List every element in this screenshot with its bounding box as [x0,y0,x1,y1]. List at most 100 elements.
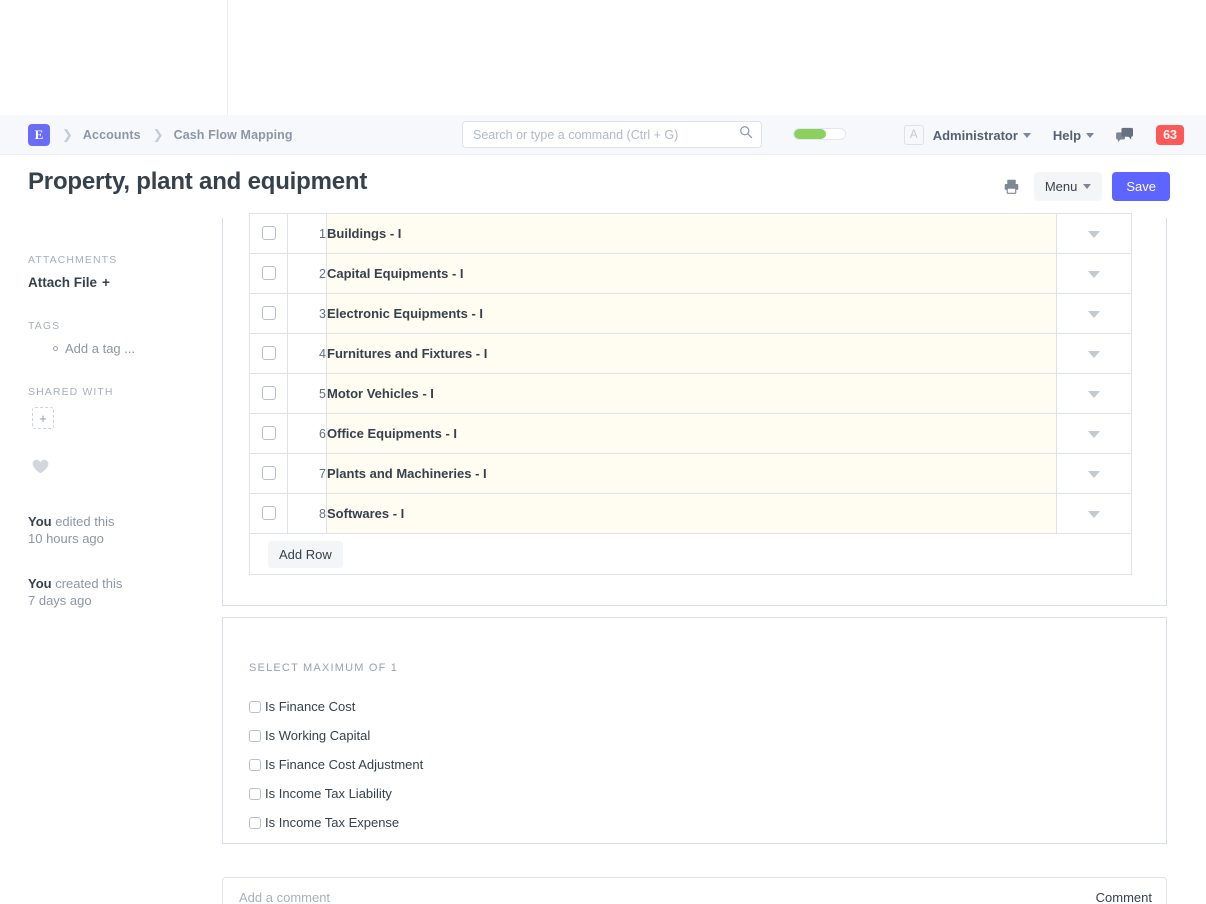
row-account-name[interactable]: Capital Equipments - I [327,254,1057,294]
table-row[interactable]: 7Plants and Machineries - I [250,454,1132,494]
checkbox-input[interactable] [249,701,261,713]
add-row-bar: Add Row [249,534,1132,575]
row-checkbox-cell[interactable] [250,254,288,294]
page-header-actions: Menu Save [999,172,1170,201]
save-button[interactable]: Save [1112,172,1170,201]
attach-file-label: Attach File [28,275,97,290]
chevron-down-icon[interactable] [1088,271,1100,278]
row-expand-cell[interactable] [1057,374,1132,414]
row-account-name[interactable]: Electronic Equipments - I [327,294,1057,334]
like-heart-icon[interactable] [32,459,227,479]
row-expand-cell[interactable] [1057,414,1132,454]
checkbox-input[interactable] [249,788,261,800]
row-checkbox[interactable] [262,306,276,320]
checkbox-option[interactable]: Is Finance Cost Adjustment [249,758,1109,771]
row-account-name[interactable]: Office Equipments - I [327,414,1057,454]
table-row[interactable]: 8Softwares - I [250,494,1132,534]
chevron-down-icon[interactable] [1088,431,1100,438]
menu-button[interactable]: Menu [1034,172,1103,201]
table-row[interactable]: 2Capital Equipments - I [250,254,1132,294]
row-expand-cell[interactable] [1057,294,1132,334]
row-index: 5 [288,374,327,414]
row-checkbox-cell[interactable] [250,334,288,374]
row-account-name[interactable]: Motor Vehicles - I [327,374,1057,414]
row-expand-cell[interactable] [1057,254,1132,294]
row-checkbox[interactable] [262,226,276,240]
row-checkbox[interactable] [262,266,276,280]
chat-icon[interactable] [1116,127,1134,143]
add-row-button[interactable]: Add Row [268,541,343,568]
chevron-down-icon[interactable] [1088,511,1100,518]
row-account-name[interactable]: Buildings - I [327,214,1057,254]
row-index: 4 [288,334,327,374]
activity-created-who: You [28,576,52,591]
shared-with-label: Shared With [28,386,227,398]
row-expand-cell[interactable] [1057,454,1132,494]
checkbox-label: Is Income Tax Expense [265,816,399,829]
chevron-down-icon[interactable] [1088,391,1100,398]
chevron-down-icon[interactable] [1088,311,1100,318]
row-account-name[interactable]: Furnitures and Fixtures - I [327,334,1057,374]
help-menu[interactable]: Help [1053,128,1094,143]
tags-label: Tags [28,320,227,332]
row-checkbox-cell[interactable] [250,294,288,334]
page-top-whitespace [0,0,1206,115]
chevron-down-icon[interactable] [1088,351,1100,358]
table-row[interactable]: 5Motor Vehicles - I [250,374,1132,414]
chevron-down-icon[interactable] [1088,471,1100,478]
checkbox-option[interactable]: Is Finance Cost [249,700,1109,713]
setup-progress-bar[interactable] [793,128,846,140]
add-tag-button[interactable]: Add a tag ... [28,341,227,356]
row-checkbox[interactable] [262,346,276,360]
row-checkbox-cell[interactable] [250,214,288,254]
row-checkbox[interactable] [262,506,276,520]
chevron-down-icon [1023,133,1031,138]
chevron-down-icon [1083,184,1091,189]
notification-badge[interactable]: 63 [1156,125,1184,145]
activity-edited-what: edited this [52,514,115,529]
attach-file-button[interactable]: Attach File + [28,275,227,290]
activity-created-what: created this [52,576,123,591]
row-expand-cell[interactable] [1057,494,1132,534]
table-row[interactable]: 3Electronic Equipments - I [250,294,1132,334]
breadcrumb-cash-flow-mapping[interactable]: Cash Flow Mapping [174,128,293,142]
print-icon[interactable] [999,174,1024,199]
row-checkbox-cell[interactable] [250,454,288,494]
row-checkbox[interactable] [262,426,276,440]
row-checkbox-cell[interactable] [250,374,288,414]
checkbox-input[interactable] [249,730,261,742]
row-index: 6 [288,414,327,454]
breadcrumb-accounts[interactable]: Accounts [83,128,141,142]
checkbox-option[interactable]: Is Income Tax Liability [249,787,1109,800]
table-row[interactable]: 4Furnitures and Fixtures - I [250,334,1132,374]
user-menu[interactable]: Administrator [933,128,1031,143]
select-section-card: Select Maximum of 1 Is Finance CostIs Wo… [222,617,1167,844]
comment-box[interactable]: Add a comment Comment [222,877,1167,904]
attachments-label: Attachments [28,254,227,266]
checkbox-option[interactable]: Is Income Tax Expense [249,816,1109,829]
checkbox-input[interactable] [249,759,261,771]
chevron-down-icon[interactable] [1088,231,1100,238]
main-content: 1Buildings - I2Capital Equipments - I3El… [227,218,1206,904]
row-checkbox-cell[interactable] [250,494,288,534]
row-expand-cell[interactable] [1057,214,1132,254]
row-account-name[interactable]: Softwares - I [327,494,1057,534]
comment-submit-button[interactable]: Comment [1096,890,1152,904]
checkbox-input[interactable] [249,817,261,829]
row-index: 3 [288,294,327,334]
avatar[interactable]: A [904,125,924,145]
menu-button-label: Menu [1045,179,1078,194]
row-account-name[interactable]: Plants and Machineries - I [327,454,1057,494]
add-tag-label: Add a tag ... [65,341,135,356]
table-row[interactable]: 6Office Equipments - I [250,414,1132,454]
row-checkbox-cell[interactable] [250,414,288,454]
row-checkbox[interactable] [262,386,276,400]
search-input[interactable]: Search or type a command (Ctrl + G) [462,121,762,148]
table-row[interactable]: 1Buildings - I [250,214,1132,254]
row-expand-cell[interactable] [1057,334,1132,374]
app-logo[interactable]: E [28,124,50,146]
checkbox-label: Is Finance Cost Adjustment [265,758,423,771]
row-checkbox[interactable] [262,466,276,480]
add-share-button[interactable]: + [32,407,54,429]
checkbox-option[interactable]: Is Working Capital [249,729,1109,742]
